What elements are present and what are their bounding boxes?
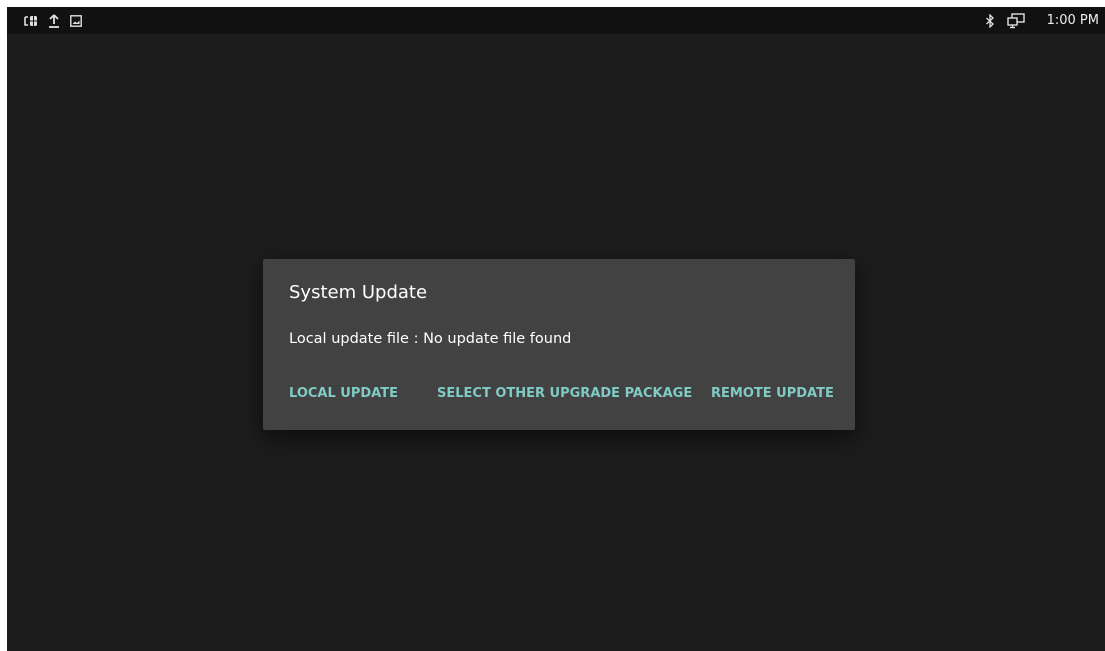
image-icon bbox=[70, 7, 82, 34]
dialog-message: Local update file : No update file found bbox=[289, 331, 572, 347]
select-other-package-button[interactable]: SELECT OTHER UPGRADE PACKAGE bbox=[437, 386, 692, 401]
screen-cast-icon bbox=[1006, 7, 1025, 34]
notification-icons bbox=[24, 7, 82, 34]
dialog-title: System Update bbox=[289, 282, 428, 303]
system-update-dialog: System Update Local update file : No upd… bbox=[263, 259, 855, 430]
bluetooth-icon bbox=[985, 7, 995, 34]
remote-update-button[interactable]: REMOTE UPDATE bbox=[711, 386, 834, 401]
clock: 1:00 PM bbox=[1046, 13, 1099, 28]
screen: 1:00 PM System Update Local update file … bbox=[7, 7, 1105, 651]
status-bar: 1:00 PM bbox=[7, 7, 1105, 34]
local-update-button[interactable]: LOCAL UPDATE bbox=[289, 386, 398, 401]
upload-icon bbox=[48, 7, 60, 34]
system-icons: 1:00 PM bbox=[985, 7, 1099, 34]
usb-debug-icon bbox=[24, 7, 40, 34]
